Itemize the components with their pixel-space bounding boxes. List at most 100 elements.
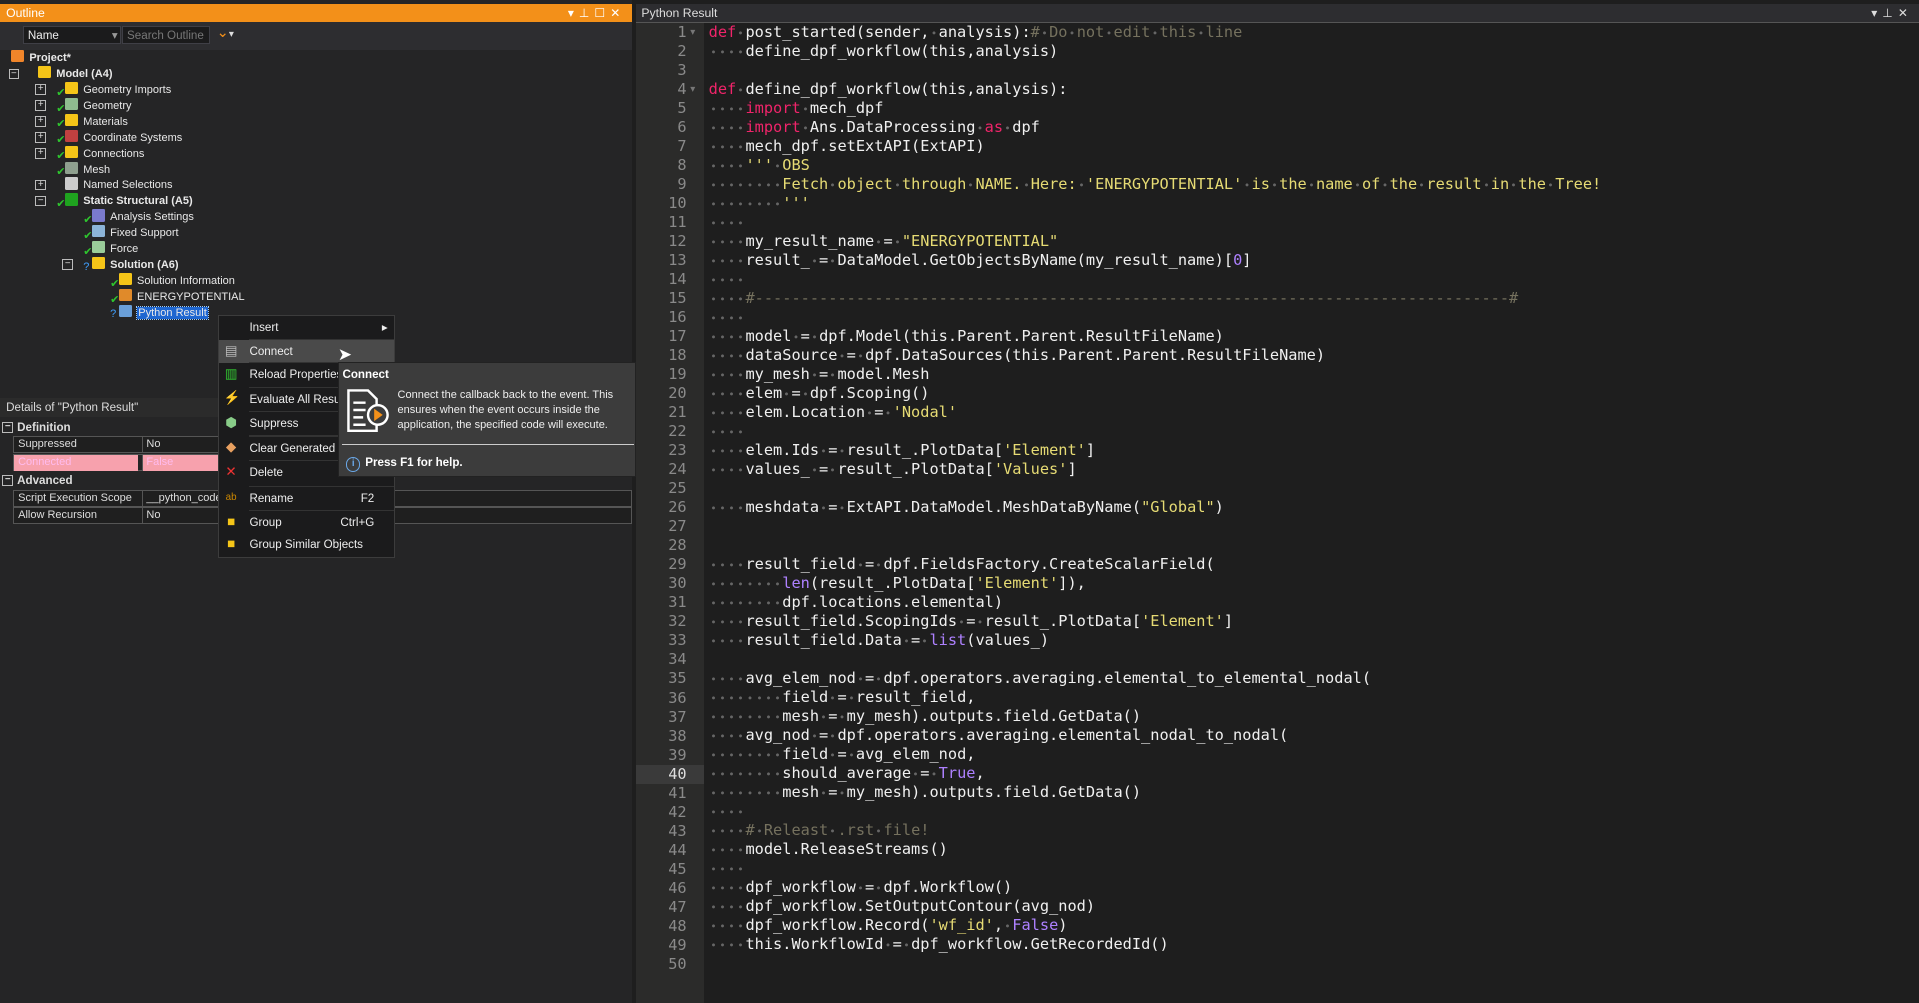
tree-item[interactable]: Static Structural (A5) xyxy=(64,193,193,209)
tree-item[interactable]: Mesh xyxy=(64,161,110,178)
code-line[interactable]: #---------------------------------------… xyxy=(708,289,1919,308)
code-line[interactable]: model.ReleaseStreams() xyxy=(708,840,1919,859)
tree-item[interactable]: Connections xyxy=(64,145,144,162)
code-line[interactable]: elem.Location = 'Nodal' xyxy=(708,403,1919,422)
collapse-icon[interactable]: − xyxy=(62,259,73,271)
code-line[interactable]: dataSource = dpf.DataSources(this.Parent… xyxy=(708,346,1919,365)
code-line[interactable]: mech_dpf.setExtAPI(ExtAPI) xyxy=(708,137,1919,156)
property-value[interactable]: No xyxy=(141,437,160,454)
expand-icon[interactable]: + xyxy=(35,148,47,159)
code-line[interactable] xyxy=(708,213,1919,232)
expand-icon[interactable]: + xyxy=(35,116,47,127)
collapse-icon[interactable]: − xyxy=(8,68,20,80)
code-line[interactable]: # Releast .rst file! xyxy=(708,821,1919,840)
maximize-icon[interactable]: ☐ xyxy=(594,6,610,20)
tree-item[interactable]: Python Result xyxy=(118,304,209,321)
code-line[interactable]: import mech_dpf xyxy=(708,99,1919,118)
code-line[interactable]: values_ = result_.PlotData['Values'] xyxy=(708,460,1919,479)
code-line[interactable]: def post_started(sender, analysis):# Do … xyxy=(709,23,1919,42)
name-filter-select[interactable]: Name ▾ xyxy=(23,25,122,45)
pin-icon[interactable]: ⊥ xyxy=(1882,6,1898,20)
code-line[interactable]: def define_dpf_workflow(this,analysis): xyxy=(709,80,1919,99)
tree-item[interactable]: Project* xyxy=(11,50,71,66)
code-line[interactable]: dpf_workflow = dpf.Workflow() xyxy=(708,878,1919,897)
expand-icon[interactable]: + xyxy=(35,132,47,143)
collapse-icon[interactable]: − xyxy=(2,422,13,433)
menu-item-insert[interactable]: Insert ▸ xyxy=(219,316,394,339)
code-line[interactable]: field = avg_elem_nod, xyxy=(708,745,1919,764)
menu-item-connect[interactable]: ▤ Connect xyxy=(218,340,394,364)
dropdown-icon[interactable]: ▾ xyxy=(568,6,579,20)
expand-icon[interactable]: + xyxy=(35,84,47,95)
code-line[interactable]: ''' OBS xyxy=(708,156,1919,175)
close-icon[interactable]: ✕ xyxy=(1898,6,1913,20)
code-line[interactable] xyxy=(708,422,1919,441)
code-line[interactable] xyxy=(709,517,1919,536)
property-value[interactable]: False xyxy=(141,455,220,471)
dropdown-icon[interactable]: ▾ xyxy=(1871,6,1882,20)
tree-item[interactable]: Named Selections xyxy=(64,177,172,193)
tree-item[interactable]: Force xyxy=(91,241,138,257)
menu-item-group-similar-objects[interactable]: ■ Group Similar Objects xyxy=(219,533,394,556)
property-value[interactable]: No xyxy=(141,508,160,525)
code-line[interactable]: ''' xyxy=(708,194,1919,213)
code-line[interactable]: result_field.ScopingIds = result_.PlotDa… xyxy=(708,612,1919,631)
tree-item[interactable]: Model (A4) xyxy=(37,66,113,82)
code-line[interactable]: model = dpf.Model(this.Parent.Parent.Res… xyxy=(708,327,1919,346)
code-line[interactable]: elem = dpf.Scoping() xyxy=(708,384,1919,403)
tree-item[interactable]: Solution Information xyxy=(118,272,235,289)
code-line[interactable] xyxy=(709,479,1919,498)
code-line[interactable]: mesh = my_mesh).outputs.field.GetData() xyxy=(708,707,1919,726)
collapse-icon[interactable]: − xyxy=(2,475,13,487)
code-area[interactable]: def post_started(sender, analysis):# Do … xyxy=(708,23,1919,973)
code-line[interactable]: len(result_.PlotData['Element']), xyxy=(708,574,1919,593)
code-line[interactable] xyxy=(708,859,1919,878)
tree-item[interactable]: Coordinate Systems xyxy=(64,129,182,146)
code-line[interactable]: dpf.locations.elemental) xyxy=(708,593,1919,612)
code-line[interactable]: import Ans.DataProcessing as dpf xyxy=(708,118,1919,137)
tree-item[interactable]: ENERGYPOTENTIAL xyxy=(118,288,245,305)
code-line[interactable]: elem.Ids = result_.PlotData['Element'] xyxy=(708,441,1919,460)
code-line[interactable]: result_ = DataModel.GetObjectsByName(my_… xyxy=(708,251,1919,270)
tree-item[interactable]: Materials xyxy=(64,113,128,130)
code-line[interactable]: my_result_name = "ENERGYPOTENTIAL" xyxy=(708,232,1919,251)
code-line[interactable]: should_average = True, xyxy=(708,764,1919,783)
code-line[interactable] xyxy=(709,61,1919,80)
code-line[interactable]: this.WorkflowId = dpf_workflow.GetRecord… xyxy=(708,935,1919,954)
code-line[interactable]: my_mesh = model.Mesh xyxy=(708,365,1919,384)
code-line[interactable]: result_field = dpf.FieldsFactory.CreateS… xyxy=(708,555,1919,574)
code-line[interactable]: field = result_field, xyxy=(708,688,1919,707)
menu-item-group[interactable]: ■ Group Ctrl+G xyxy=(219,511,394,534)
fold-arrow-icon[interactable]: ▾ xyxy=(690,84,695,95)
expand-icon[interactable]: + xyxy=(35,100,47,111)
tree-item[interactable]: Analysis Settings xyxy=(91,209,194,225)
code-line[interactable]: Fetch object through NAME. Here: 'ENERGY… xyxy=(708,175,1919,194)
code-line[interactable]: result_field.Data = list(values_) xyxy=(708,631,1919,650)
code-line[interactable]: mesh = my_mesh).outputs.field.GetData() xyxy=(708,783,1919,802)
code-line[interactable]: meshdata = ExtAPI.DataModel.MeshDataByNa… xyxy=(708,498,1919,517)
tree-item[interactable]: Solution (A6) xyxy=(91,257,179,273)
code-line[interactable] xyxy=(708,308,1919,327)
code-line[interactable]: avg_elem_nod = dpf.operators.averaging.e… xyxy=(708,669,1919,688)
search-outline-input[interactable]: Search Outline xyxy=(122,25,211,45)
code-line[interactable]: avg_nod = dpf.operators.averaging.elemen… xyxy=(708,726,1919,745)
code-line[interactable]: define_dpf_workflow(this,analysis) xyxy=(708,42,1919,61)
code-line[interactable] xyxy=(709,954,1919,973)
expand-icon[interactable]: + xyxy=(35,180,47,191)
code-line[interactable]: dpf_workflow.Record('wf_id', False) xyxy=(708,916,1919,935)
code-line[interactable] xyxy=(708,270,1919,289)
collapse-icon[interactable]: − xyxy=(35,196,47,207)
tree-item[interactable]: Geometry xyxy=(64,97,132,114)
code-line[interactable] xyxy=(709,650,1919,669)
property-value[interactable]: __python_code xyxy=(141,490,222,507)
pin-icon[interactable]: ⊥ xyxy=(579,6,595,20)
expand-filter-icon[interactable]: ⌄▾ xyxy=(217,24,234,41)
tree-item[interactable]: Geometry Imports xyxy=(64,82,171,98)
code-line[interactable] xyxy=(708,802,1919,821)
code-line[interactable] xyxy=(709,536,1919,555)
code-line[interactable]: dpf_workflow.SetOutputContour(avg_nod) xyxy=(708,897,1919,916)
fold-arrow-icon[interactable]: ▾ xyxy=(690,27,695,38)
menu-item-rename[interactable]: ab Rename F2 xyxy=(219,487,394,510)
tree-item[interactable]: Fixed Support xyxy=(91,225,179,241)
close-icon[interactable]: ✕ xyxy=(610,6,625,20)
